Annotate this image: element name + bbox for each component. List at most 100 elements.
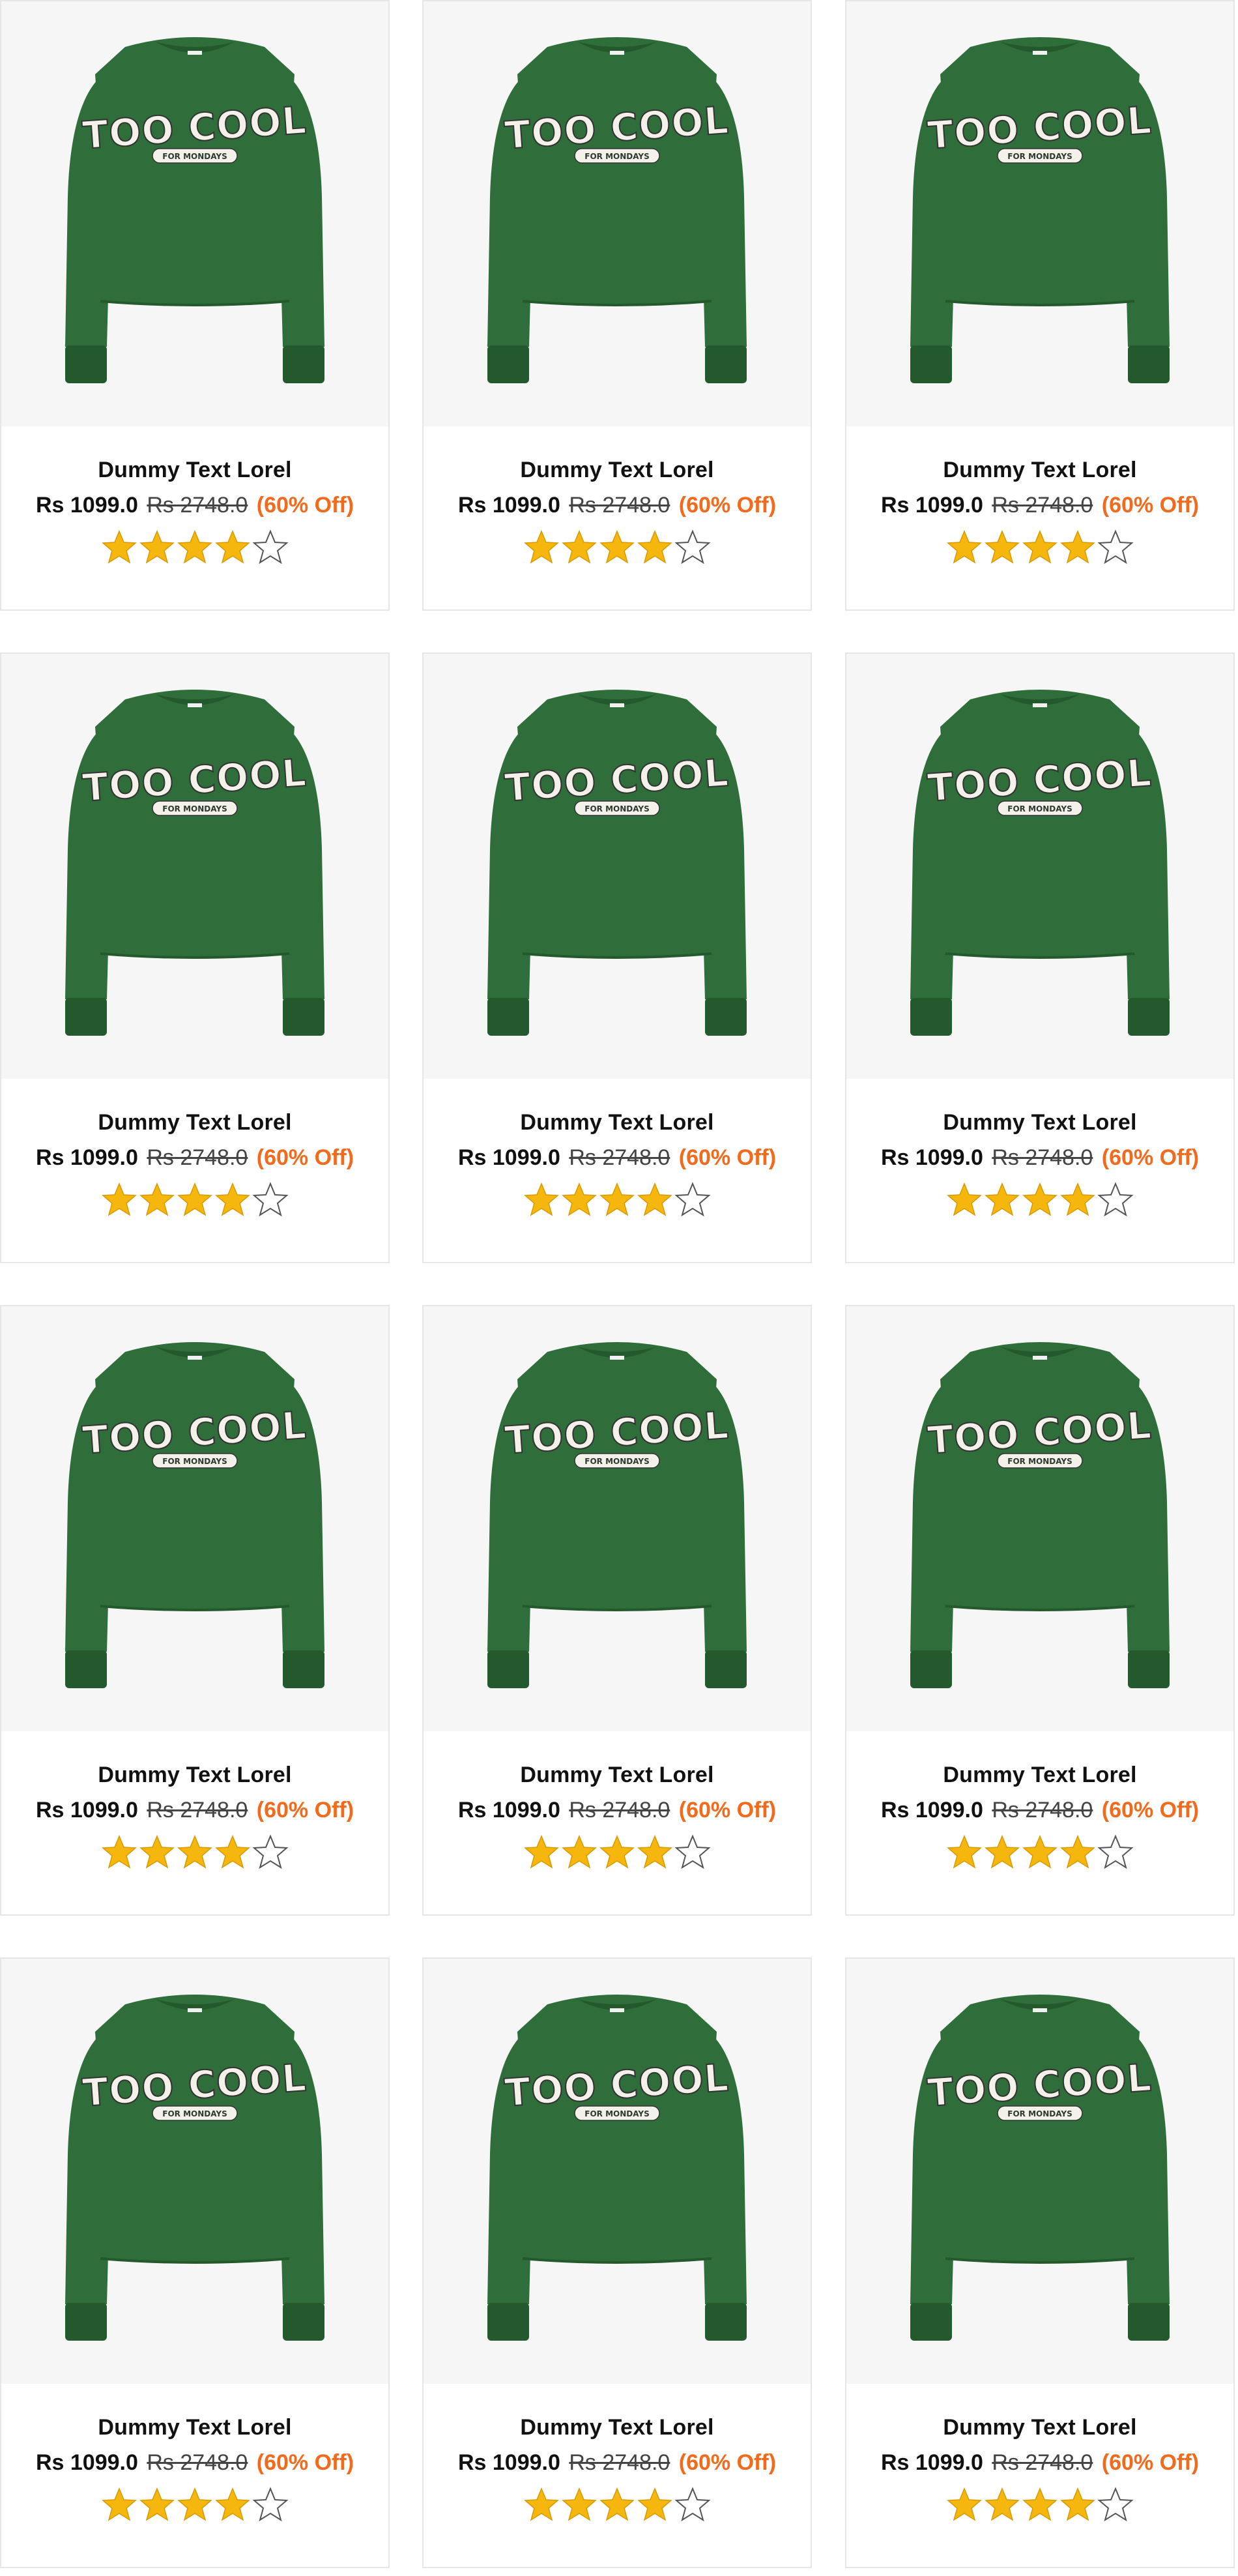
sale-price: Rs 1099.0 bbox=[880, 1798, 983, 1822]
original-price: Rs 2748.0 bbox=[992, 2450, 1093, 2475]
svg-text:FOR MONDAYS: FOR MONDAYS bbox=[162, 2109, 227, 2118]
star-outline-icon bbox=[674, 2487, 711, 2522]
product-image[interactable]: TOO COOL FOR MONDAYS bbox=[424, 1, 811, 426]
star-filled-icon bbox=[1059, 1834, 1096, 1869]
product-card[interactable]: TOO COOL FOR MONDAYS Dummy Text Lorel Rs… bbox=[0, 1957, 390, 2568]
product-card[interactable]: TOO COOL FOR MONDAYS Dummy Text Lorel Rs… bbox=[422, 652, 812, 1263]
price-row: Rs 1099.0 Rs 2748.0 (60% Off) bbox=[424, 2450, 811, 2476]
star-rating bbox=[1, 1182, 388, 1221]
star-filled-icon bbox=[101, 1834, 137, 1869]
price-row: Rs 1099.0 Rs 2748.0 (60% Off) bbox=[1, 2450, 388, 2476]
star-filled-icon bbox=[177, 1182, 213, 1217]
product-image[interactable]: TOO COOL FOR MONDAYS bbox=[1, 1306, 388, 1731]
original-price: Rs 2748.0 bbox=[569, 2450, 670, 2475]
star-filled-icon bbox=[637, 529, 673, 564]
product-image[interactable]: TOO COOL FOR MONDAYS bbox=[1, 1, 388, 426]
star-filled-icon bbox=[637, 1182, 673, 1217]
product-image[interactable]: TOO COOL FOR MONDAYS bbox=[846, 1, 1233, 426]
star-filled-icon bbox=[177, 2487, 213, 2522]
product-card[interactable]: TOO COOL FOR MONDAYS Dummy Text Lorel Rs… bbox=[0, 0, 390, 611]
product-image[interactable]: TOO COOL FOR MONDAYS bbox=[846, 654, 1233, 1079]
product-title[interactable]: Dummy Text Lorel bbox=[424, 1110, 811, 1135]
product-image[interactable]: TOO COOL FOR MONDAYS bbox=[1, 654, 388, 1079]
star-outline-icon bbox=[1097, 529, 1134, 564]
star-filled-icon bbox=[101, 1182, 137, 1217]
product-image[interactable]: TOO COOL FOR MONDAYS bbox=[424, 654, 811, 1079]
star-filled-icon bbox=[523, 529, 560, 564]
star-outline-icon bbox=[674, 1834, 711, 1869]
product-image[interactable]: TOO COOL FOR MONDAYS bbox=[424, 1959, 811, 2384]
product-title[interactable]: Dummy Text Lorel bbox=[1, 1110, 388, 1135]
star-filled-icon bbox=[177, 529, 213, 564]
product-card[interactable]: TOO COOL FOR MONDAYS Dummy Text Lorel Rs… bbox=[845, 1957, 1235, 2568]
star-filled-icon bbox=[946, 529, 983, 564]
product-card[interactable]: TOO COOL FOR MONDAYS Dummy Text Lorel Rs… bbox=[845, 0, 1235, 611]
star-filled-icon bbox=[1022, 1182, 1058, 1217]
star-rating bbox=[846, 2487, 1233, 2526]
product-title[interactable]: Dummy Text Lorel bbox=[846, 2415, 1233, 2440]
discount-label: (60% Off) bbox=[678, 1145, 777, 1170]
star-outline-icon bbox=[252, 1182, 289, 1217]
star-filled-icon bbox=[637, 2487, 673, 2522]
star-filled-icon bbox=[214, 2487, 251, 2522]
green-sweatshirt-image: TOO COOL FOR MONDAYS bbox=[65, 37, 324, 383]
green-sweatshirt-image: TOO COOL FOR MONDAYS bbox=[65, 1995, 324, 2341]
star-rating bbox=[424, 1834, 811, 1873]
product-title[interactable]: Dummy Text Lorel bbox=[846, 1110, 1233, 1135]
star-filled-icon bbox=[599, 1182, 635, 1217]
product-image[interactable]: TOO COOL FOR MONDAYS bbox=[846, 1306, 1233, 1731]
green-sweatshirt-image: TOO COOL FOR MONDAYS bbox=[910, 37, 1170, 383]
product-image[interactable]: TOO COOL FOR MONDAYS bbox=[424, 1306, 811, 1731]
product-image[interactable]: TOO COOL FOR MONDAYS bbox=[846, 1959, 1233, 2384]
product-title[interactable]: Dummy Text Lorel bbox=[424, 1763, 811, 1788]
svg-text:FOR MONDAYS: FOR MONDAYS bbox=[584, 2109, 649, 2118]
star-outline-icon bbox=[252, 1834, 289, 1869]
star-filled-icon bbox=[214, 1834, 251, 1869]
product-title[interactable]: Dummy Text Lorel bbox=[846, 458, 1233, 483]
star-filled-icon bbox=[946, 1182, 983, 1217]
product-image[interactable]: TOO COOL FOR MONDAYS bbox=[1, 1959, 388, 2384]
star-filled-icon bbox=[1059, 2487, 1096, 2522]
star-filled-icon bbox=[101, 2487, 137, 2522]
star-outline-icon bbox=[674, 1182, 711, 1217]
star-outline-icon bbox=[674, 529, 711, 564]
product-title[interactable]: Dummy Text Lorel bbox=[424, 2415, 811, 2440]
product-card[interactable]: TOO COOL FOR MONDAYS Dummy Text Lorel Rs… bbox=[845, 1305, 1235, 1916]
original-price: Rs 2748.0 bbox=[147, 1145, 248, 1170]
product-title[interactable]: Dummy Text Lorel bbox=[1, 1763, 388, 1788]
star-rating bbox=[1, 2487, 388, 2526]
product-card[interactable]: TOO COOL FOR MONDAYS Dummy Text Lorel Rs… bbox=[845, 652, 1235, 1263]
star-filled-icon bbox=[214, 529, 251, 564]
star-outline-icon bbox=[252, 529, 289, 564]
sale-price: Rs 1099.0 bbox=[35, 493, 138, 518]
star-filled-icon bbox=[984, 2487, 1020, 2522]
star-filled-icon bbox=[214, 1182, 251, 1217]
discount-label: (60% Off) bbox=[678, 493, 777, 518]
star-filled-icon bbox=[1022, 1834, 1058, 1869]
product-card[interactable]: TOO COOL FOR MONDAYS Dummy Text Lorel Rs… bbox=[0, 652, 390, 1263]
product-card[interactable]: TOO COOL FOR MONDAYS Dummy Text Lorel Rs… bbox=[422, 0, 812, 611]
star-outline-icon bbox=[1097, 1834, 1134, 1869]
star-filled-icon bbox=[139, 1182, 175, 1217]
original-price: Rs 2748.0 bbox=[569, 1798, 670, 1822]
star-filled-icon bbox=[599, 2487, 635, 2522]
product-title[interactable]: Dummy Text Lorel bbox=[1, 458, 388, 483]
star-rating bbox=[424, 2487, 811, 2526]
svg-text:FOR MONDAYS: FOR MONDAYS bbox=[1007, 1457, 1072, 1466]
green-sweatshirt-image: TOO COOL FOR MONDAYS bbox=[910, 690, 1170, 1036]
product-card[interactable]: TOO COOL FOR MONDAYS Dummy Text Lorel Rs… bbox=[0, 1305, 390, 1916]
green-sweatshirt-image: TOO COOL FOR MONDAYS bbox=[487, 1342, 747, 1688]
discount-label: (60% Off) bbox=[678, 1798, 777, 1822]
sale-price: Rs 1099.0 bbox=[457, 2450, 560, 2475]
product-card[interactable]: TOO COOL FOR MONDAYS Dummy Text Lorel Rs… bbox=[422, 1305, 812, 1916]
product-title[interactable]: Dummy Text Lorel bbox=[1, 2415, 388, 2440]
product-card[interactable]: TOO COOL FOR MONDAYS Dummy Text Lorel Rs… bbox=[422, 1957, 812, 2568]
svg-text:FOR MONDAYS: FOR MONDAYS bbox=[162, 152, 227, 161]
svg-text:FOR MONDAYS: FOR MONDAYS bbox=[1007, 152, 1072, 161]
star-filled-icon bbox=[946, 1834, 983, 1869]
product-title[interactable]: Dummy Text Lorel bbox=[846, 1763, 1233, 1788]
star-filled-icon bbox=[1022, 529, 1058, 564]
discount-label: (60% Off) bbox=[1101, 1798, 1200, 1822]
svg-text:FOR MONDAYS: FOR MONDAYS bbox=[584, 1457, 649, 1466]
product-title[interactable]: Dummy Text Lorel bbox=[424, 458, 811, 483]
